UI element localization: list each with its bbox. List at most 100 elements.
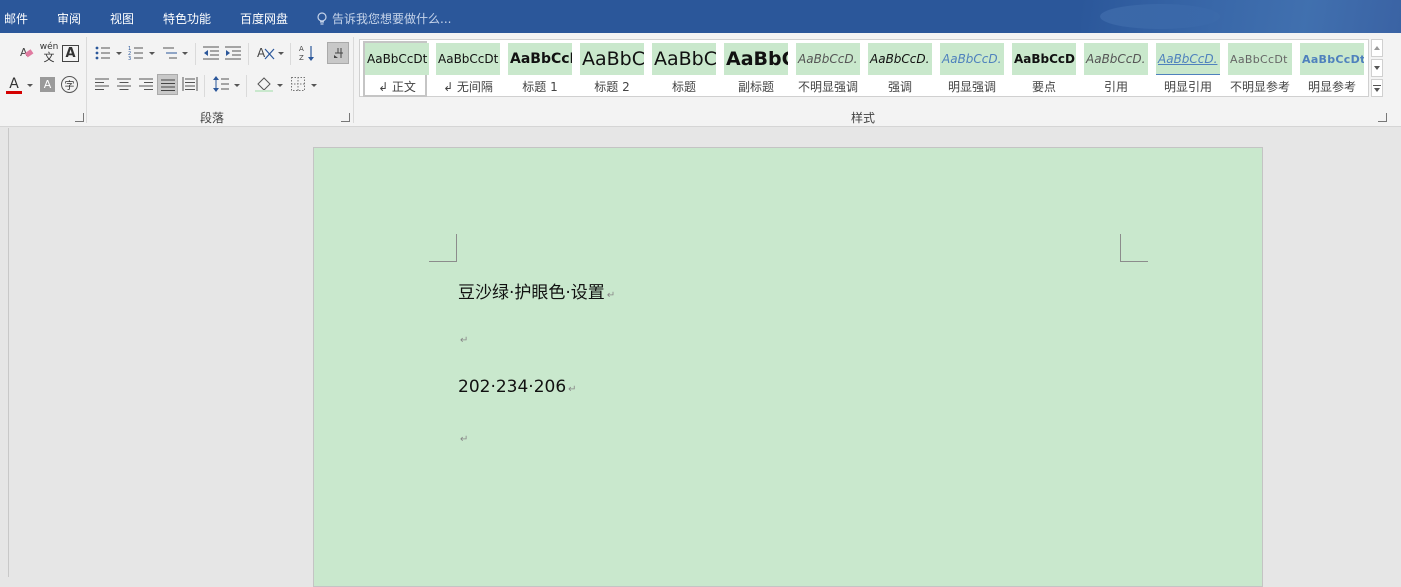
line-spacing-button[interactable] bbox=[212, 75, 230, 93]
group-separator bbox=[195, 43, 196, 65]
style-preview: AaBbCcD. bbox=[1156, 43, 1220, 75]
gallery-scroll-up-button[interactable] bbox=[1371, 39, 1383, 57]
style-subtle-emphasis[interactable]: AaBbCcD. 不明显强调 bbox=[796, 43, 860, 95]
align-center-icon bbox=[117, 78, 131, 90]
font-color-button[interactable]: A bbox=[5, 75, 23, 95]
style-preview: AaBbCcI bbox=[508, 43, 572, 75]
multilevel-list-button[interactable] bbox=[161, 44, 179, 62]
justify-icon bbox=[160, 79, 175, 91]
increase-indent-icon bbox=[225, 46, 241, 60]
line-spacing-dropdown-icon[interactable] bbox=[234, 84, 240, 87]
chinese-layout-button[interactable]: A bbox=[256, 44, 276, 62]
sort-az-icon: A Z bbox=[299, 45, 314, 62]
group-separator bbox=[86, 37, 87, 123]
increase-indent-button[interactable] bbox=[224, 44, 242, 62]
shading-button[interactable] bbox=[254, 75, 274, 93]
tab-baidu-netdisk[interactable]: 百度网盘 bbox=[240, 10, 288, 27]
style-name: 强调 bbox=[887, 80, 912, 94]
gallery-scroll-down-button[interactable] bbox=[1371, 59, 1383, 77]
tab-features[interactable]: 特色功能 bbox=[163, 10, 211, 27]
paragraph-mark-icon bbox=[334, 48, 343, 58]
document-line-1[interactable]: 豆沙绿·护眼色·设置 ↵ bbox=[458, 278, 615, 303]
style-emphasis[interactable]: AaBbCcD. 强调 bbox=[868, 43, 932, 95]
style-name: 明显引用 bbox=[1163, 80, 1212, 94]
multilevel-list-icon bbox=[163, 47, 177, 59]
borders-icon bbox=[291, 77, 305, 91]
tell-me-search[interactable]: 告诉我您想要做什么... bbox=[316, 10, 451, 27]
phonetic-guide-button[interactable]: wén 文 bbox=[40, 42, 59, 64]
decrease-indent-button[interactable] bbox=[202, 44, 220, 62]
svg-text:Z: Z bbox=[299, 54, 304, 62]
numbered-list-icon: 1 2 3 bbox=[128, 46, 143, 61]
style-preview: AaBbCcD. bbox=[796, 43, 860, 75]
tell-me-placeholder: 告诉我您想要做什么... bbox=[332, 12, 452, 26]
style-subtle-reference[interactable]: AaBbCcDt 不明显参考 bbox=[1228, 43, 1292, 95]
style-heading-2[interactable]: AaBbC 标题 2 bbox=[580, 43, 644, 95]
font-color-swatch bbox=[6, 90, 22, 94]
paragraph-group-label: 段落 bbox=[200, 111, 225, 125]
style-preview: AaBbCcDt bbox=[436, 43, 500, 75]
style-name: 标题 2 bbox=[594, 80, 630, 94]
numbering-button[interactable]: 1 2 3 bbox=[127, 44, 145, 62]
document-line-3[interactable]: 202·234·206 ↵ bbox=[458, 377, 577, 397]
lightbulb-icon bbox=[317, 11, 327, 25]
tab-review[interactable]: 审阅 bbox=[57, 10, 81, 27]
numbering-dropdown-icon[interactable] bbox=[149, 52, 155, 55]
style-intense-reference[interactable]: AaBbCcDt 明显参考 bbox=[1300, 43, 1364, 95]
style-name: 不明显参考 bbox=[1229, 80, 1290, 94]
style-subtitle[interactable]: AaBbC 副标题 bbox=[724, 43, 788, 95]
line-3-text: 202·234·206 bbox=[458, 377, 567, 397]
show-hide-marks-button[interactable] bbox=[327, 42, 349, 64]
paragraph-dialog-launcher-icon[interactable] bbox=[341, 113, 350, 122]
font-color-dropdown-icon[interactable] bbox=[27, 84, 33, 87]
style-intense-quote[interactable]: AaBbCcD. 明显引用 bbox=[1156, 43, 1220, 95]
font-dialog-launcher-icon[interactable] bbox=[75, 113, 84, 122]
bullets-dropdown-icon[interactable] bbox=[116, 52, 122, 55]
style-name: ↲ 正文 bbox=[378, 80, 416, 94]
align-right-button[interactable] bbox=[138, 76, 154, 92]
document-empty-line[interactable]: ↵ bbox=[458, 427, 468, 447]
style-no-spacing[interactable]: AaBbCcDt ↲ 无间隔 bbox=[436, 43, 500, 95]
character-border-button[interactable]: A bbox=[62, 45, 79, 62]
borders-dropdown-icon[interactable] bbox=[311, 84, 317, 87]
shading-dropdown-icon[interactable] bbox=[277, 84, 283, 87]
style-title[interactable]: AaBbC 标题 bbox=[652, 43, 716, 95]
style-normal[interactable]: AaBbCcDt ↲ 正文 bbox=[363, 41, 429, 97]
paragraph-mark: ↵ bbox=[460, 434, 469, 445]
style-name: ↲ 无间隔 bbox=[443, 80, 493, 94]
character-shading-button[interactable]: A bbox=[40, 77, 55, 92]
style-name: 不明显强调 bbox=[797, 80, 858, 94]
style-intense-emphasis[interactable]: AaBbCcD. 明显强调 bbox=[940, 43, 1004, 95]
crop-mark-top-left bbox=[429, 234, 457, 262]
style-name: 引用 bbox=[1103, 80, 1128, 94]
borders-button[interactable] bbox=[289, 75, 307, 93]
clear-formatting-button[interactable]: A bbox=[18, 43, 36, 61]
chevron-down-icon bbox=[1374, 66, 1380, 70]
style-name: 明显参考 bbox=[1307, 80, 1356, 94]
align-center-button[interactable] bbox=[116, 76, 132, 92]
distributed-button[interactable] bbox=[181, 76, 199, 92]
bullet-list-icon bbox=[95, 46, 110, 60]
style-quote[interactable]: AaBbCcD. 引用 bbox=[1084, 43, 1148, 95]
paragraph-mark: ↵ bbox=[606, 290, 616, 301]
multilevel-dropdown-icon[interactable] bbox=[182, 52, 188, 55]
styles-gallery: AaBbCcDt ↲ 正文 AaBbCcDt ↲ 无间隔 AaBbCcI 标题 … bbox=[359, 39, 1369, 97]
document-empty-line[interactable]: ↵ bbox=[458, 328, 468, 348]
expand-gallery-icon bbox=[1373, 84, 1381, 92]
sort-button[interactable]: A Z bbox=[298, 43, 316, 63]
gallery-more-button[interactable] bbox=[1371, 79, 1383, 97]
tab-view[interactable]: 视图 bbox=[110, 10, 134, 27]
justify-button[interactable] bbox=[157, 74, 178, 95]
style-strong[interactable]: AaBbCcD. 要点 bbox=[1012, 43, 1076, 95]
document-page[interactable]: 豆沙绿·护眼色·设置 ↵ ↵ 202·234·206 ↵ ↵ bbox=[313, 147, 1263, 587]
style-preview: AaBbCcDt bbox=[365, 43, 429, 75]
ribbon-tab-bar: 邮件 审阅 视图 特色功能 百度网盘 告诉我您想要做什么... bbox=[0, 0, 1401, 33]
vertical-ruler bbox=[8, 128, 9, 577]
bullets-button[interactable] bbox=[94, 44, 112, 62]
tab-mailings[interactable]: 邮件 bbox=[4, 10, 28, 27]
align-left-button[interactable] bbox=[94, 76, 110, 92]
style-heading-1[interactable]: AaBbCcI 标题 1 bbox=[508, 43, 572, 95]
enclose-characters-button[interactable]: 字 bbox=[61, 76, 78, 93]
chinese-layout-dropdown-icon[interactable] bbox=[278, 52, 284, 55]
styles-dialog-launcher-icon[interactable] bbox=[1378, 113, 1387, 122]
